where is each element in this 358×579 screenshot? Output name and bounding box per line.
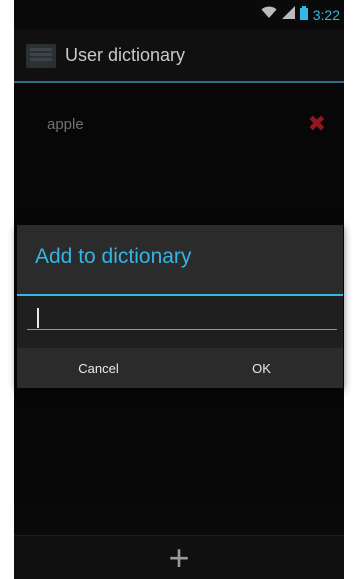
- cancel-button[interactable]: Cancel: [17, 348, 180, 388]
- action-bar: User dictionary: [14, 30, 344, 83]
- add-to-dictionary-dialog: Add to dictionary Cancel OK: [17, 225, 343, 388]
- wifi-icon: [261, 6, 277, 24]
- ok-button[interactable]: OK: [180, 348, 343, 388]
- add-icon[interactable]: +: [168, 540, 189, 576]
- text-cursor: [37, 308, 39, 328]
- dialog-button-row: Cancel OK: [17, 348, 343, 388]
- battery-icon: [299, 5, 308, 25]
- dialog-body: [17, 296, 343, 348]
- status-bar: 3:22: [14, 0, 344, 30]
- dialog-title: Add to dictionary: [35, 245, 192, 268]
- dictionary-app-icon[interactable]: [26, 43, 56, 68]
- action-bar-title: User dictionary: [65, 45, 186, 65]
- bottom-bar: +: [14, 535, 344, 579]
- status-time: 3:22: [312, 7, 340, 23]
- word-input[interactable]: [27, 305, 337, 330]
- signal-icon: [281, 6, 295, 24]
